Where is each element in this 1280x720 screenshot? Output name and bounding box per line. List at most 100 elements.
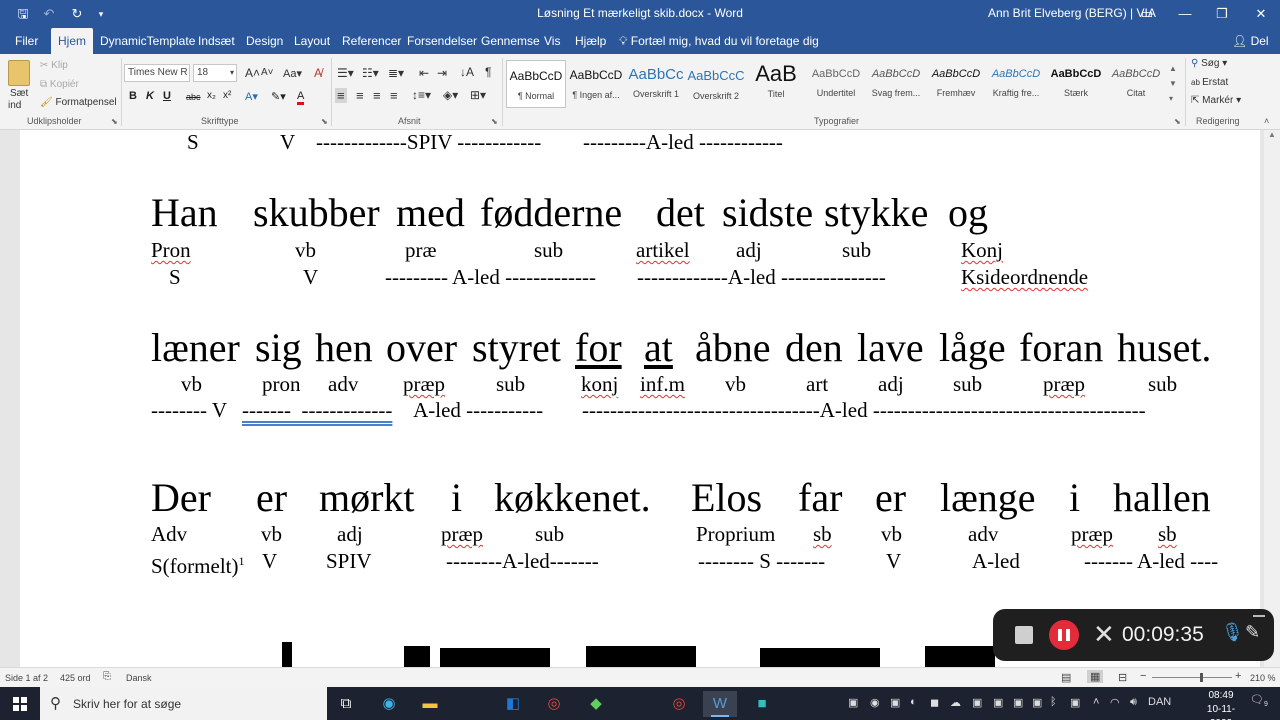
style-no-spacing[interactable]: AaBbCcD ¶ Ingen af...	[566, 60, 626, 108]
tab-insert[interactable]: Indsæt	[191, 28, 242, 54]
scroll-up-icon[interactable]: ▲	[1264, 130, 1280, 139]
chrome-profile-icon[interactable]: ◎	[662, 691, 696, 717]
zoom-level[interactable]: 210 %	[1250, 673, 1276, 683]
decrease-indent-icon[interactable]: ⇤	[419, 66, 429, 80]
clipboard-launcher-icon[interactable]: ⬊	[111, 117, 118, 126]
close-window-button[interactable]: ✕	[1242, 0, 1280, 28]
clear-formatting-icon[interactable]: A̸	[314, 66, 322, 80]
tab-view[interactable]: Vis	[537, 28, 567, 54]
superscript-icon[interactable]: x²	[223, 90, 231, 101]
styles-scroll-down-icon[interactable]: ▼	[1169, 79, 1177, 88]
font-color-icon[interactable]: A	[297, 90, 305, 105]
style-emphasis[interactable]: AaBbCcD Fremhæv	[926, 60, 986, 108]
italic-icon[interactable]: K	[146, 90, 154, 102]
task-view-icon[interactable]: ⧉	[329, 691, 363, 717]
tab-review[interactable]: Gennemse	[474, 28, 547, 54]
style-strong[interactable]: AaBbCcD Stærk	[1046, 60, 1106, 108]
style-quote[interactable]: AaBbCcD Citat	[1106, 60, 1166, 108]
format-painter-button[interactable]: 🖌︎ Formatpensel	[40, 97, 117, 108]
bullets-icon[interactable]: ☰▾	[337, 66, 354, 80]
tab-help[interactable]: Hjælp	[568, 28, 613, 54]
styles-launcher-icon[interactable]: ⬊	[1174, 117, 1181, 126]
cancel-recording-icon[interactable]: ✕	[1093, 620, 1115, 648]
outlook-icon[interactable]: ◧	[496, 691, 530, 717]
drag-handle-icon[interactable]	[1253, 615, 1265, 617]
tray-app-icon[interactable]: ▣	[1070, 696, 1080, 709]
borders-icon[interactable]: ⊞▾	[470, 88, 486, 102]
pen-icon[interactable]: ✎	[1245, 622, 1260, 643]
subscript-icon[interactable]: x₂	[207, 90, 216, 101]
stop-recording-button[interactable]	[1015, 626, 1033, 644]
cloud-icon[interactable]: ☁	[950, 696, 961, 709]
word-count[interactable]: 425 ord	[60, 673, 91, 683]
tab-layout[interactable]: Layout	[287, 28, 337, 54]
word-app-icon[interactable]: W	[703, 691, 737, 717]
font-name-select[interactable]: Times New R	[124, 64, 190, 82]
text-effects-icon[interactable]: A▾	[245, 90, 258, 103]
ribbon-display-options-icon[interactable]: ▭	[1128, 0, 1166, 28]
style-heading-1[interactable]: AaBbCc Overskrift 1	[626, 60, 686, 108]
style-heading-2[interactable]: AaBbCcC Overskrift 2	[686, 60, 746, 108]
notification-center-icon[interactable]: 🗨︎9	[1250, 693, 1268, 708]
taskbar-search-box[interactable]: ⚲ Skriv her for at søge	[40, 687, 327, 720]
paragraph-launcher-icon[interactable]: ⬊	[491, 117, 498, 126]
footnote-reference[interactable]: 1	[238, 554, 244, 568]
chrome-icon[interactable]: ◎	[537, 691, 571, 717]
copy-button[interactable]: ⧉ Kopiér	[40, 79, 79, 90]
vertical-scrollbar[interactable]: ▲	[1264, 130, 1280, 667]
find-button[interactable]: ⚲ Søg ▾	[1191, 58, 1227, 69]
tab-home[interactable]: Hjem	[51, 28, 94, 54]
zoom-slider-thumb[interactable]	[1200, 673, 1203, 682]
style-subtitle[interactable]: AaBbCcD Undertitel	[806, 60, 866, 108]
multilevel-list-icon[interactable]: ≣▾	[388, 66, 404, 80]
taskbar-clock[interactable]: 08:49 10-11-2022	[1196, 689, 1246, 720]
align-right-icon[interactable]: ≡	[373, 88, 381, 103]
minimize-button[interactable]: —	[1166, 0, 1204, 28]
undo-icon[interactable]: ↶	[40, 5, 58, 23]
style-subtle-emphasis[interactable]: AaBbCcD Svag frem...	[866, 60, 926, 108]
paste-button-line2[interactable]: ind	[8, 100, 21, 111]
tab-file[interactable]: Filer	[8, 28, 45, 54]
paste-icon[interactable]	[8, 60, 30, 86]
redo-icon[interactable]: ↻	[68, 5, 86, 23]
start-button[interactable]	[0, 687, 40, 720]
cut-button[interactable]: ✂ Klip	[40, 60, 68, 71]
input-language[interactable]: DAN	[1148, 696, 1171, 708]
align-left-icon[interactable]: ≡	[335, 88, 347, 103]
show-hidden-icons[interactable]: ˄	[1093, 696, 1099, 708]
paste-button[interactable]: Sæt	[10, 88, 28, 99]
select-button[interactable]: ⇱ Markér ▾	[1191, 95, 1241, 106]
font-size-select[interactable]: 18 ▾	[193, 64, 237, 82]
tray-app-icon[interactable]: ▣	[993, 696, 1003, 709]
zoom-out-icon[interactable]: −	[1140, 670, 1146, 682]
pause-recording-button[interactable]	[1049, 620, 1079, 650]
proofing-icon[interactable]: ⎘	[103, 671, 111, 682]
tray-app-icon[interactable]: ▣	[890, 696, 900, 709]
language-indicator[interactable]: Dansk	[126, 673, 152, 683]
page-count[interactable]: Side 1 af 2	[5, 673, 48, 683]
web-layout-icon[interactable]: ⊟	[1118, 671, 1127, 684]
maximize-button[interactable]: ❐	[1203, 0, 1241, 28]
font-launcher-icon[interactable]: ⬊	[321, 117, 328, 126]
microphone-icon[interactable]: 🎙︎	[1221, 622, 1244, 643]
tab-design[interactable]: Design	[239, 28, 290, 54]
grow-font-icon[interactable]: A˄	[245, 66, 260, 80]
replace-button[interactable]: ab Erstat	[1191, 77, 1228, 88]
styles-scroll-up-icon[interactable]: ▲	[1169, 64, 1177, 73]
file-explorer-icon[interactable]: ▬	[413, 691, 447, 717]
collapse-ribbon-icon[interactable]: ˄	[1264, 116, 1269, 126]
share-button[interactable]: 👤︎ Del	[1232, 28, 1269, 54]
volume-icon[interactable]: 🔊︎	[1130, 696, 1137, 709]
justify-icon[interactable]: ≡	[390, 88, 398, 103]
align-center-icon[interactable]: ≡	[356, 88, 364, 103]
tab-mailings[interactable]: Forsendelser	[400, 28, 484, 54]
styles-more-icon[interactable]: ▾	[1169, 94, 1173, 103]
save-icon[interactable]: 🖫	[14, 5, 32, 23]
tray-app-icon[interactable]: ▣	[1032, 696, 1042, 709]
zoom-in-icon[interactable]: +	[1235, 670, 1241, 682]
document-area[interactable]: S V -------------SPIV ------------ -----…	[0, 130, 1280, 667]
highlight-icon[interactable]: ✎▾	[271, 90, 286, 103]
style-intense-emphasis[interactable]: AaBbCcD Kraftig fre...	[986, 60, 1046, 108]
print-layout-icon[interactable]: ▦	[1087, 670, 1104, 683]
style-normal[interactable]: AaBbCcD ¶ Normal	[506, 60, 566, 108]
